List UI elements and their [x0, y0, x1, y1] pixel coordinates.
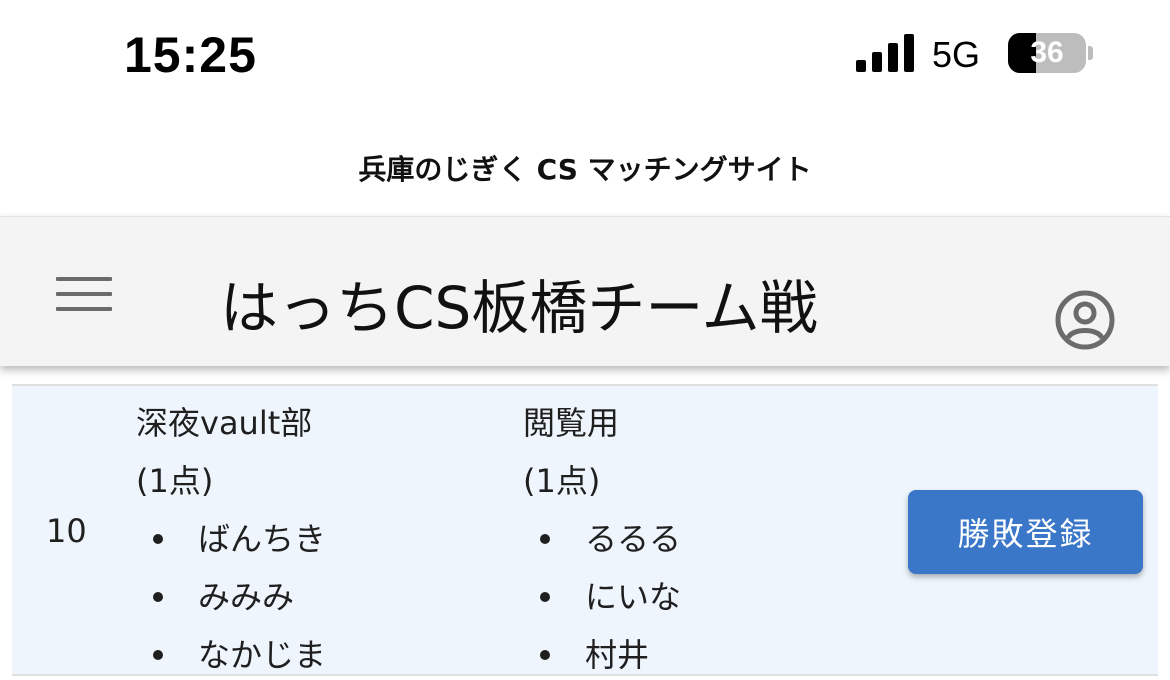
match-table: 10 深夜vault部 (1点) ばんちき みみみ なかじま 閲覧用 (1点) … [0, 340, 1170, 680]
team-a-cell: 深夜vault部 (1点) ばんちき みみみ なかじま [136, 394, 326, 680]
table-row: 10 深夜vault部 (1点) ばんちき みみみ なかじま 閲覧用 (1点) … [12, 386, 1158, 676]
team-a-members: ばんちき みみみ なかじま [136, 510, 326, 680]
list-item: るるる [523, 510, 681, 568]
list-item: ばんちき [136, 510, 326, 568]
team-b-points: (1点) [523, 462, 601, 500]
battery-icon: 36 [1008, 33, 1086, 73]
team-a-name: 深夜vault部 [136, 404, 313, 442]
register-result-button[interactable]: 勝敗登録 [908, 490, 1143, 574]
status-bar: 15:25 5G 36 [0, 0, 1170, 110]
cellular-signal-icon [856, 34, 914, 72]
app-bar: はっちCS板橋チーム戦 [0, 216, 1170, 366]
network-type-label: 5G [932, 34, 981, 75]
list-item: なかじま [136, 626, 326, 680]
battery-cap [1088, 46, 1093, 60]
app-title: はっちCS板橋チーム戦 [220, 274, 818, 342]
list-item: にいな [523, 568, 681, 626]
list-item: みみみ [136, 568, 326, 626]
hamburger-menu-icon[interactable] [56, 277, 112, 311]
screen: 15:25 5G 36 兵庫のじぎく CS マッチングサイト はっちCS板橋チー… [0, 0, 1170, 680]
battery-level: 36 [1030, 36, 1064, 69]
team-b-cell: 閲覧用 (1点) るるる にいな 村井 [523, 394, 681, 680]
match-number: 10 [46, 512, 87, 550]
account-circle-icon[interactable] [1054, 289, 1116, 351]
team-a-points: (1点) [136, 462, 214, 500]
team-b-members: るるる にいな 村井 [523, 510, 681, 680]
list-item: 村井 [523, 626, 681, 680]
status-time: 15:25 [124, 27, 257, 83]
team-b-name: 閲覧用 [523, 404, 620, 442]
browser-site-title: 兵庫のじぎく CS マッチングサイト [358, 153, 812, 186]
